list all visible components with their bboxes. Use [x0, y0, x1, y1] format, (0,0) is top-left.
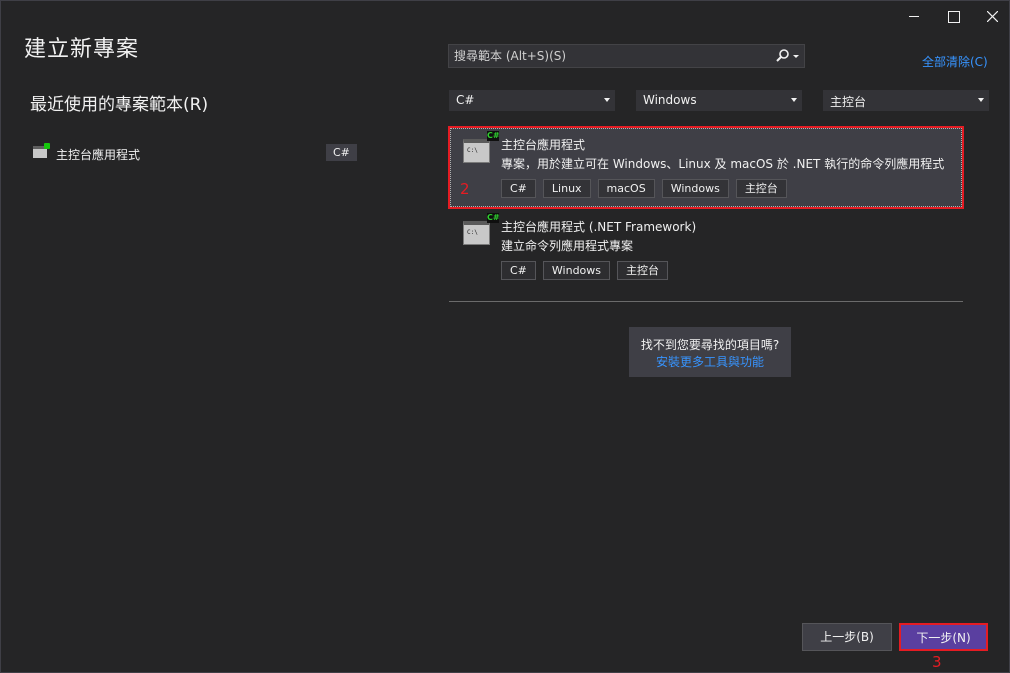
- page-title: 建立新專案: [24, 37, 140, 62]
- recent-template-language-tag: C#: [326, 144, 357, 161]
- clear-all-link[interactable]: 全部清除(C): [922, 53, 988, 70]
- language-filter-dropdown[interactable]: C#: [449, 90, 615, 111]
- back-button[interactable]: 上一步(B): [802, 623, 892, 651]
- template-tag: C#: [501, 261, 536, 280]
- not-found-question: 找不到您要尋找的項目嗎?: [640, 338, 780, 352]
- console-app-icon: C# C:\: [463, 131, 500, 163]
- console-app-icon: C# C:\: [463, 213, 500, 245]
- annotation-marker-2: 2: [460, 180, 470, 198]
- close-icon: [987, 11, 998, 22]
- template-search-input[interactable]: [454, 48, 764, 64]
- chevron-down-icon: [604, 98, 610, 102]
- annotation-marker-3: 3: [932, 653, 942, 671]
- list-divider: [449, 301, 963, 302]
- project-type-filter-value: 主控台: [830, 95, 867, 109]
- not-found-panel: 找不到您要尋找的項目嗎? 安裝更多工具與功能: [629, 327, 791, 377]
- project-type-filter-dropdown[interactable]: 主控台: [823, 90, 989, 111]
- template-tag: macOS: [597, 179, 655, 198]
- template-tags: C# Windows 主控台: [501, 261, 669, 280]
- template-description: 建立命令列應用程式專案: [501, 239, 634, 253]
- chevron-down-icon: [791, 98, 797, 102]
- template-item-console-app-framework[interactable]: C# C:\ 主控台應用程式 (.NET Framework) 建立命令列應用程…: [449, 209, 963, 289]
- template-item-console-app[interactable]: C# C:\ 主控台應用程式 專案，用於建立可在 Windows、Linux 及…: [448, 126, 964, 209]
- template-name: 主控台應用程式 (.NET Framework): [501, 220, 697, 234]
- maximize-button[interactable]: [938, 5, 968, 27]
- console-prompt-glyph: C:\: [467, 229, 478, 236]
- template-description: 專案，用於建立可在 Windows、Linux 及 macOS 於 .NET 執…: [501, 157, 945, 171]
- platform-filter-value: Windows: [643, 93, 697, 107]
- csharp-badge-icon: C#: [487, 131, 500, 141]
- platform-filter-dropdown[interactable]: Windows: [636, 90, 802, 111]
- search-icon[interactable]: [776, 49, 800, 63]
- close-button[interactable]: [977, 5, 1007, 27]
- recent-template-item[interactable]: 主控台應用程式 C#: [31, 143, 357, 164]
- template-search-box[interactable]: [448, 44, 805, 68]
- console-app-icon: [33, 143, 50, 158]
- template-tag: Linux: [542, 179, 591, 198]
- language-filter-value: C#: [456, 93, 475, 107]
- next-button[interactable]: 下一步(N): [899, 623, 988, 651]
- template-tag: Windows: [661, 179, 729, 198]
- install-more-tools-link[interactable]: 安裝更多工具與功能: [629, 353, 791, 370]
- template-name: 主控台應用程式: [501, 138, 586, 152]
- template-tag: 主控台: [617, 261, 669, 280]
- recent-template-label: 主控台應用程式: [56, 148, 141, 162]
- template-tags: C# Linux macOS Windows 主控台: [501, 179, 787, 198]
- recent-templates-heading: 最近使用的專案範本(R): [30, 95, 209, 115]
- template-tag: Windows: [542, 261, 611, 280]
- minimize-button[interactable]: [899, 5, 929, 27]
- chevron-down-icon: [978, 98, 984, 102]
- csharp-badge-icon: C#: [487, 213, 500, 223]
- console-prompt-glyph: C:\: [467, 147, 478, 154]
- template-tag: 主控台: [735, 179, 787, 198]
- new-project-dialog: 建立新專案 最近使用的專案範本(R) 主控台應用程式 C# 全部清除(C) C#…: [0, 0, 1010, 673]
- template-tag: C#: [501, 179, 536, 198]
